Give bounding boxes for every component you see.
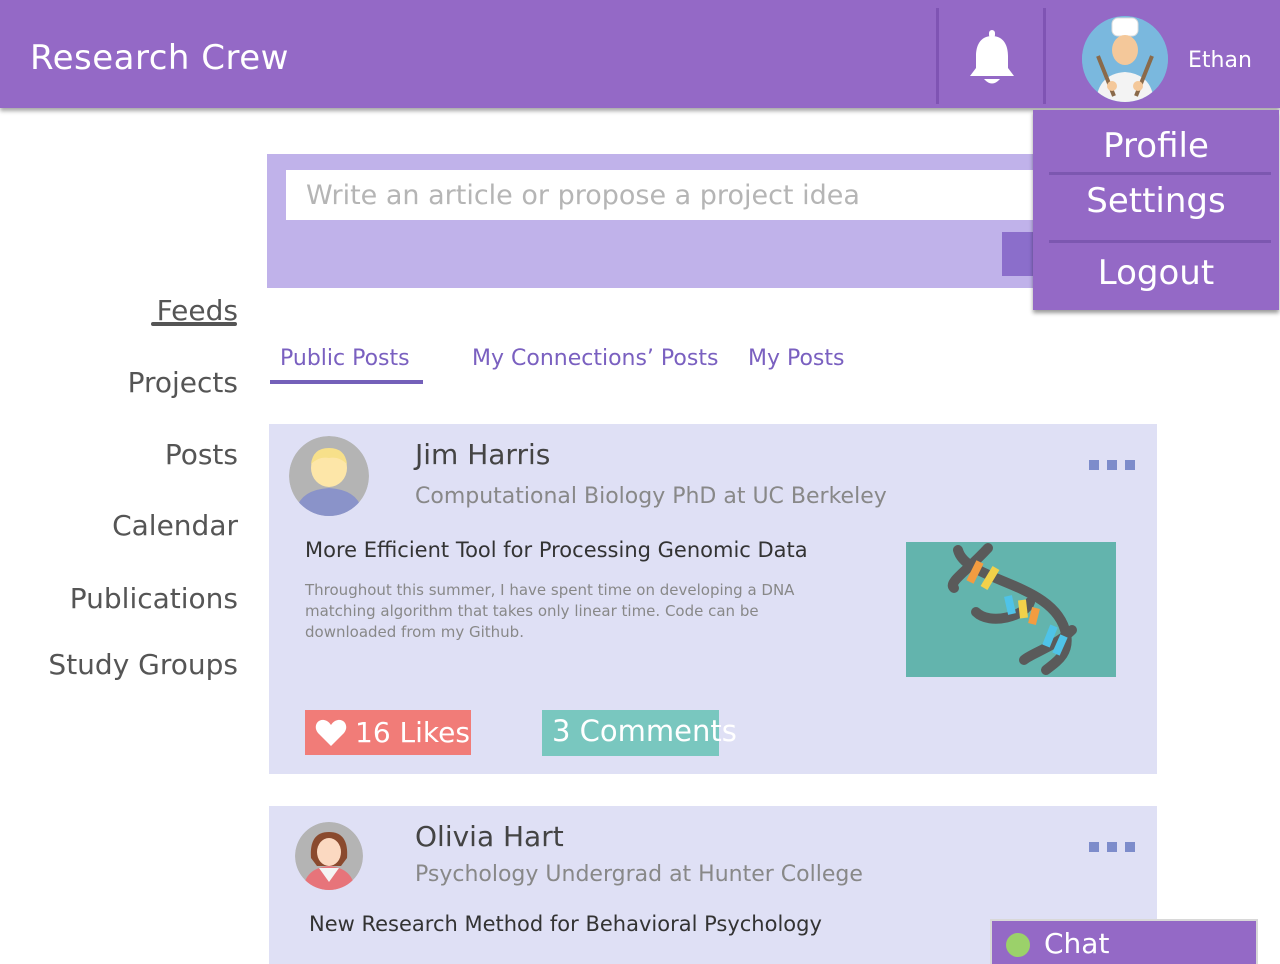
menu-divider — [1049, 240, 1271, 243]
tab-public-posts[interactable]: Public Posts — [280, 346, 410, 371]
dna-icon — [906, 542, 1116, 677]
author-avatar[interactable] — [295, 822, 363, 890]
tab-my-posts[interactable]: My Posts — [748, 346, 845, 371]
sidebar-item-posts[interactable]: Posts — [165, 438, 238, 471]
sidebar-item-publications[interactable]: Publications — [70, 582, 238, 615]
menu-item-logout[interactable]: Logout — [1033, 253, 1279, 293]
chat-label: Chat — [1044, 927, 1110, 960]
heart-icon — [315, 719, 347, 746]
author-name[interactable]: Olivia Hart — [415, 820, 564, 853]
menu-divider — [1049, 172, 1271, 175]
online-status-dot — [1006, 933, 1030, 957]
more-options-icon[interactable] — [1089, 840, 1137, 854]
more-options-icon[interactable] — [1089, 458, 1137, 472]
author-name[interactable]: Jim Harris — [415, 438, 550, 471]
header-divider — [936, 8, 939, 104]
post-title[interactable]: More Efficient Tool for Processing Genom… — [305, 538, 808, 562]
active-tab-indicator — [270, 380, 423, 384]
tab-connections-posts[interactable]: My Connections’ Posts — [472, 346, 718, 371]
chat-bar[interactable]: Chat — [990, 919, 1258, 964]
app-title[interactable]: Research Crew — [30, 38, 289, 78]
post-body: Throughout this summer, I have spent tim… — [305, 581, 795, 641]
author-subtitle: Psychology Undergrad at Hunter College — [415, 862, 863, 887]
comments-button[interactable]: 3 Comments — [542, 710, 737, 756]
comments-count: 3 Comments — [552, 714, 737, 748]
sidebar-item-projects[interactable]: Projects — [128, 366, 238, 399]
composer-input[interactable] — [286, 170, 1046, 220]
user-name[interactable]: Ethan — [1188, 48, 1252, 73]
menu-item-settings[interactable]: Settings — [1033, 181, 1279, 221]
post-composer — [267, 154, 1062, 288]
sidebar-item-calendar[interactable]: Calendar — [112, 509, 238, 542]
likes-button[interactable]: 16 Likes — [305, 710, 471, 755]
user-avatar[interactable] — [1082, 16, 1168, 102]
top-header: Research Crew Ethan — [0, 0, 1280, 108]
header-divider — [1043, 8, 1046, 104]
author-avatar[interactable] — [289, 436, 369, 516]
author-subtitle: Computational Biology PhD at UC Berkeley — [415, 484, 887, 509]
post-card: Jim Harris Computational Biology PhD at … — [269, 424, 1157, 774]
sidebar-item-study-groups[interactable]: Study Groups — [48, 648, 238, 681]
post-title[interactable]: New Research Method for Behavioral Psych… — [309, 912, 822, 936]
active-indicator — [151, 322, 237, 326]
bell-icon[interactable] — [964, 30, 1020, 88]
user-dropdown-menu: Profile Settings Logout — [1033, 110, 1279, 310]
menu-item-profile[interactable]: Profile — [1033, 126, 1279, 166]
likes-count: 16 Likes — [355, 716, 470, 749]
